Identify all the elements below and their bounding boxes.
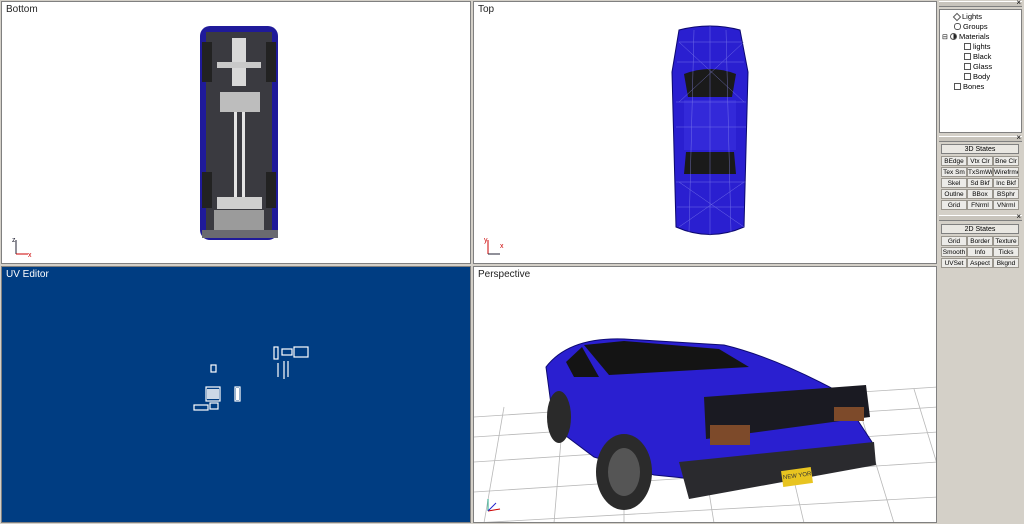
close-icon[interactable]: × <box>1016 0 1021 7</box>
states2d-button-aspect[interactable]: Aspect <box>967 258 993 268</box>
material-icon <box>964 43 971 50</box>
tree-item-materials[interactable]: ⊟ Materials <box>942 32 989 42</box>
collapse-icon[interactable]: ⊟ <box>942 34 948 41</box>
tree-item-black[interactable]: Black <box>964 52 991 61</box>
tree-label: Body <box>973 72 991 81</box>
car-top-view <box>671 25 749 236</box>
scene-tree-header: × <box>939 0 1022 7</box>
tree-label: lights <box>973 42 991 51</box>
states3d-title: 3D States <box>941 144 1019 154</box>
states2d-button-border[interactable]: Border <box>967 236 993 246</box>
close-icon[interactable]: × <box>1016 213 1021 221</box>
tree-item-lights-material[interactable]: lights <box>964 42 991 51</box>
svg-text:x: x <box>500 243 504 250</box>
states3d-button-txsmwr[interactable]: TxSmWr <box>967 167 993 177</box>
axis-gizmo: z x <box>12 237 32 259</box>
viewport-uv-editor[interactable]: UV Editor <box>1 266 471 523</box>
states3d-button-bne-clr[interactable]: Bne Clr <box>993 156 1019 166</box>
tree-item-bones[interactable]: Bones <box>954 82 984 91</box>
states3d-header: × <box>939 134 1022 142</box>
states3d-button-grid[interactable]: Grid <box>941 200 967 210</box>
tree-item-glass[interactable]: Glass <box>964 62 992 71</box>
states3d-button-vnrml[interactable]: VNrml <box>993 200 1019 210</box>
states3d-button-tex-sm[interactable]: Tex Sm <box>941 167 967 177</box>
viewport-bottom[interactable]: Bottom z x <box>1 1 471 264</box>
states2d-button-bkgnd[interactable]: Bkgnd <box>993 258 1019 268</box>
states2d-button-uvset[interactable]: UVSet <box>941 258 967 268</box>
scene-tree[interactable]: Lights Groups ⊟ Materials lights Black G… <box>939 9 1022 133</box>
diamond-icon <box>952 12 962 22</box>
states2d-button-grid[interactable]: Grid <box>941 236 967 246</box>
bones-icon <box>954 83 961 90</box>
states2d-panel: 2D States Grid Border Texture Smooth Info Tic… <box>939 222 1022 270</box>
tree-item-lights[interactable]: Lights <box>952 12 983 22</box>
tree-item-groups[interactable]: Groups <box>954 22 988 31</box>
axis-gizmo-top: y x <box>484 237 504 255</box>
states2d-button-texture[interactable]: Texture <box>993 236 1019 246</box>
states2d-title: 2D States <box>941 224 1019 234</box>
svg-text:y: y <box>484 237 488 244</box>
states3d-button-wirefrme[interactable]: Wirefrme <box>993 167 1019 177</box>
states3d-button-vtx-clr[interactable]: Vtx Clr <box>967 156 993 166</box>
states3d-button-outlne[interactable]: Outlne <box>941 189 967 199</box>
material-icon <box>964 53 971 60</box>
states2d-button-ticks[interactable]: Ticks <box>993 247 1019 257</box>
axis-gizmo-persp <box>487 499 501 512</box>
car-perspective-view <box>474 338 936 522</box>
viewport-top[interactable]: Top y x <box>473 1 937 264</box>
states3d-button-bsphr[interactable]: BSphr <box>993 189 1019 199</box>
car-bottom-view <box>200 26 278 240</box>
tree-label: Groups <box>963 22 988 31</box>
svg-text:z: z <box>12 237 16 244</box>
tree-label: Lights <box>962 12 983 21</box>
states3d-panel: 3D States BEdge Vtx Clr Bne Clr Tex Sm TxSmW… <box>939 143 1022 213</box>
tree-item-body[interactable]: Body <box>964 72 990 81</box>
svg-text:x: x <box>28 252 32 259</box>
material-icon <box>964 73 971 80</box>
states3d-button-fnrml[interactable]: FNrml <box>967 200 993 210</box>
tree-label: Glass <box>973 62 993 71</box>
states2d-header: × <box>939 213 1022 221</box>
states3d-button-skel[interactable]: Skel <box>941 178 967 188</box>
states2d-button-smooth[interactable]: Smooth <box>941 247 967 257</box>
uv-islands <box>193 346 309 411</box>
states3d-button-inc-bkf[interactable]: Inc Bkf <box>993 178 1019 188</box>
states3d-button-bedge[interactable]: BEdge <box>941 156 967 166</box>
sphere-icon <box>949 33 957 40</box>
tree-label: Black <box>973 52 992 61</box>
viewport-perspective[interactable]: Perspective NEW YORK <box>473 266 937 523</box>
states2d-button-info[interactable]: Info <box>967 247 993 257</box>
close-icon[interactable]: × <box>1016 134 1021 142</box>
states3d-button-bbox[interactable]: BBox <box>967 189 993 199</box>
material-icon <box>964 63 971 70</box>
tree-label: Bones <box>963 82 985 91</box>
states3d-button-sd-bkf[interactable]: Sd Bkf <box>967 178 993 188</box>
cylinder-icon <box>954 23 961 30</box>
tree-label: Materials <box>958 32 990 41</box>
